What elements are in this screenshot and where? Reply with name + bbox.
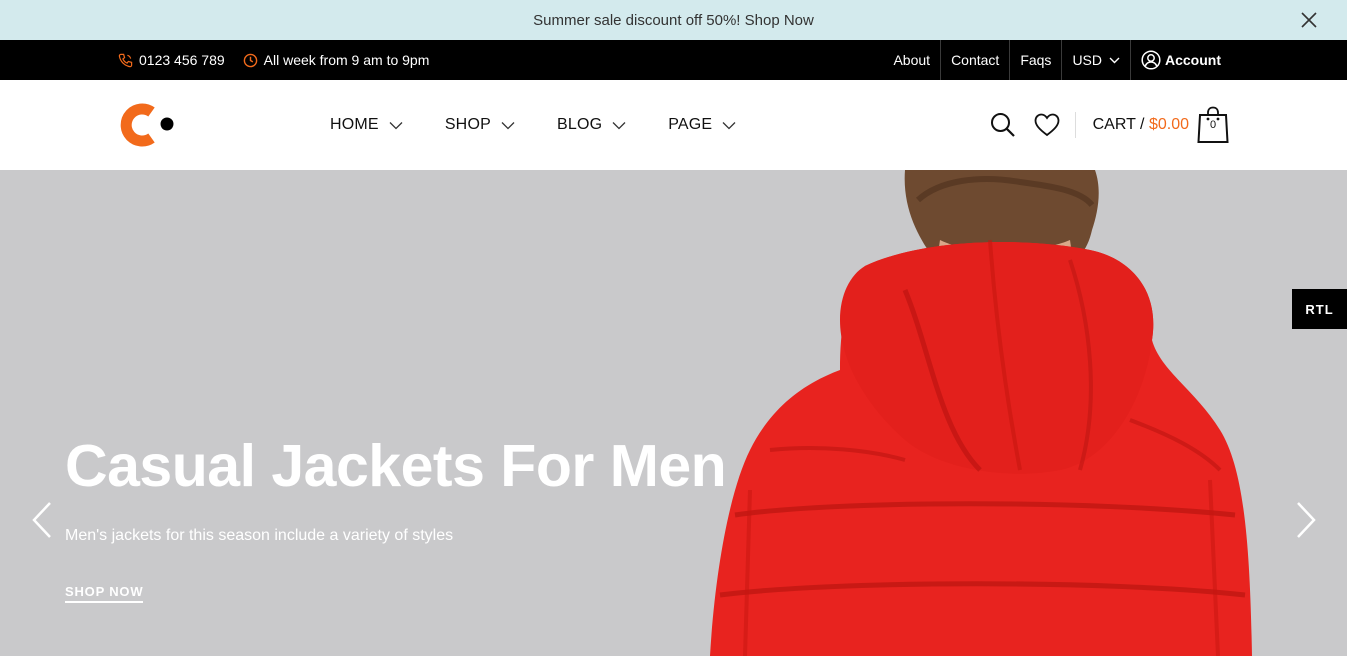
search-button[interactable] [989, 111, 1017, 139]
cart-button[interactable]: 0 [1197, 106, 1229, 144]
user-icon [1141, 50, 1161, 70]
wishlist-button[interactable] [1033, 111, 1061, 139]
main-nav: HOME SHOP BLOG PAGE [330, 80, 736, 170]
search-icon [990, 113, 1015, 137]
cart-link[interactable]: CART / $0.00 [1093, 116, 1189, 134]
phone-icon [118, 53, 133, 67]
opening-hours: All week from 9 am to 9pm [263, 52, 430, 68]
chevron-down-icon [501, 121, 515, 129]
header-actions: CART / $0.00 0 [989, 80, 1229, 170]
account-label: Account [1165, 52, 1221, 68]
main-header: HOME SHOP BLOG PAGE CART / $0.00 0 [0, 80, 1347, 170]
announcement-text[interactable]: Summer sale discount off 50%! Shop Now [533, 12, 814, 29]
hero-subtitle: Men's jackets for this season include a … [65, 527, 454, 544]
hero-title: Casual Jackets For Men [65, 433, 727, 499]
cart-total: $0.00 [1148, 116, 1189, 133]
chevron-down-icon [389, 121, 403, 129]
chevron-left-icon[interactable] [30, 500, 54, 540]
cart-label: CART / [1092, 116, 1145, 133]
nav-page-label: PAGE [668, 116, 713, 133]
chevron-down-icon [722, 121, 736, 129]
clock-icon [243, 53, 257, 67]
currency-selector[interactable]: USD [1061, 40, 1130, 80]
cart-count: 0 [1209, 119, 1217, 131]
chevron-down-icon [612, 121, 626, 129]
heart-icon [1034, 113, 1060, 137]
hero-slider: Casual Jackets For Men Men's jackets for… [0, 170, 1347, 656]
chevron-down-icon [1109, 57, 1120, 63]
c-logo[interactable] [118, 99, 176, 151]
hours-info: All week from 9 am to 9pm [243, 52, 430, 68]
nav-home-label: HOME [330, 116, 379, 133]
nav-blog-label: BLOG [556, 116, 603, 133]
chevron-right-icon[interactable] [1294, 500, 1318, 540]
header-divider [1074, 112, 1076, 138]
hero-image [710, 170, 1252, 656]
faqs-link[interactable]: Faqs [1009, 40, 1061, 80]
contact-link[interactable]: Contact [940, 40, 1009, 80]
top-bar: 0123 456 789 All week from 9 am to 9pm A… [0, 40, 1347, 80]
phone-number: 0123 456 789 [139, 52, 225, 68]
nav-shop[interactable]: SHOP [445, 116, 515, 134]
account-link[interactable]: Account [1130, 40, 1231, 80]
phone-info[interactable]: 0123 456 789 [118, 52, 225, 68]
announcement-bar: Summer sale discount off 50%! Shop Now [0, 0, 1347, 40]
about-link[interactable]: About [883, 40, 940, 80]
nav-shop-label: SHOP [444, 116, 491, 133]
close-icon[interactable] [1299, 10, 1319, 30]
nav-page[interactable]: PAGE [668, 116, 736, 134]
rtl-toggle[interactable]: RTL [1292, 289, 1347, 329]
shop-now-link[interactable]: SHOP NOW [65, 584, 144, 603]
nav-blog[interactable]: BLOG [557, 116, 626, 134]
currency-value: USD [1072, 52, 1102, 68]
nav-home[interactable]: HOME [330, 116, 403, 134]
top-links: About Contact Faqs USD Account [883, 40, 1231, 80]
contact-info: 0123 456 789 All week from 9 am to 9pm [118, 40, 429, 80]
